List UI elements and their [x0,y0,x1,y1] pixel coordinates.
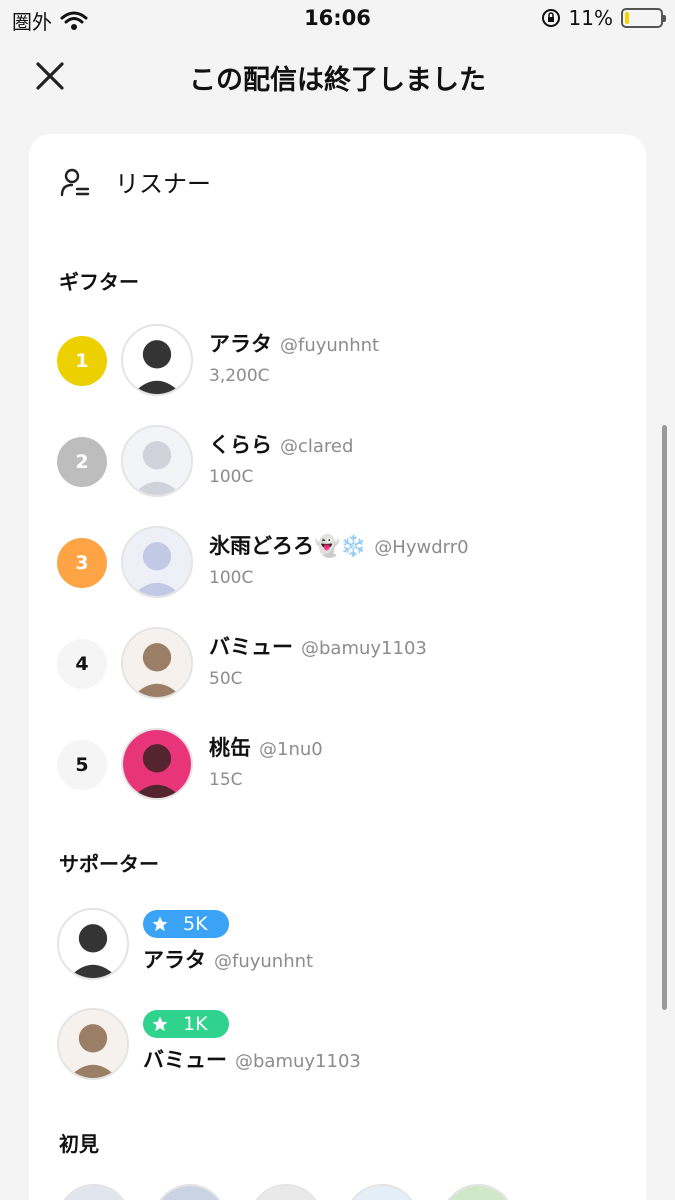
supporter-row[interactable]: 1K バミュー @bamuy1103 [57,1008,617,1082]
avatar[interactable] [121,627,193,699]
gifter-name: 桃缶 @1nu0 [209,732,323,762]
orientation-lock-icon [541,9,560,27]
rank-badge: 1 [57,336,107,386]
star-icon [152,1016,168,1032]
avatar[interactable] [57,908,129,980]
support-level-value: 1K [183,1013,208,1035]
avatar[interactable] [121,728,193,800]
gifter-row[interactable]: 1 アラタ @fuyunhnt 3,200C [57,324,617,398]
battery-percent: 11% [568,6,613,30]
battery-icon [621,8,666,28]
gifters-heading: ギフター [59,270,139,294]
avatar-image [347,1186,417,1200]
avatar-image [123,528,191,596]
gifter-row[interactable]: 4 バミュー @bamuy1103 50C [57,627,617,701]
header: この配信は終了しました [0,48,675,104]
gifter-row[interactable]: 5 桃缶 @1nu0 15C [57,728,617,802]
first-timer-list [57,1184,515,1200]
gift-amount: 50C [209,669,243,689]
star-icon [152,916,168,932]
supporter-row[interactable]: 5K アラタ @fuyunhnt [57,908,617,982]
avatar[interactable] [153,1184,227,1200]
gifter-display-name: アラタ [209,332,272,356]
gifter-display-name: バミュー [209,635,293,659]
avatar-image [155,1186,225,1200]
gift-amount: 100C [209,568,254,588]
result-card: リスナー ギフター 1 アラタ @fuyunhnt 3,200C 2 くらら @clared… [29,134,646,1200]
rank-badge: 4 [57,639,107,689]
avatar[interactable] [345,1184,419,1200]
rank-badge: 2 [57,437,107,487]
avatar-image [443,1186,513,1200]
gifter-row[interactable]: 2 くらら @clared 100C [57,425,617,499]
page-title: この配信は終了しました [189,65,486,96]
gifter-handle: @clared [280,436,354,457]
supporter-handle: @bamuy1103 [235,1051,361,1072]
scrollbar[interactable] [662,425,667,1010]
user-list-icon [60,168,90,196]
first-timers-heading: 初見 [59,1132,99,1156]
gifter-handle: @1nu0 [259,739,323,760]
gift-amount: 15C [209,770,243,790]
gifter-handle: @fuyunhnt [280,335,380,356]
avatar[interactable] [57,1184,131,1200]
gift-amount: 3,200C [209,366,270,386]
gifter-handle: @bamuy1103 [301,638,427,659]
gift-amount: 100C [209,467,254,487]
rank-badge: 3 [57,538,107,588]
gifter-name: アラタ @fuyunhnt [209,328,379,358]
rank-badge: 5 [57,740,107,790]
avatar-image [123,629,191,697]
avatar-image [123,730,191,798]
avatar-image [251,1186,321,1200]
supporter-name: アラタ @fuyunhnt [143,944,313,974]
supporter-display-name: アラタ [143,948,206,972]
gifter-handle: @Hywdrr0 [374,537,469,558]
supporter-name: バミュー @bamuy1103 [143,1044,361,1074]
supporter-display-name: バミュー [143,1048,227,1072]
gifter-name: くらら @clared [209,429,353,459]
status-right: 11% [541,6,666,30]
avatar[interactable] [121,526,193,598]
status-bar: 圏外 16:06 11% [0,0,675,38]
avatar[interactable] [441,1184,515,1200]
avatar[interactable] [249,1184,323,1200]
listener-button[interactable]: リスナー [59,164,211,199]
avatar[interactable] [121,324,193,396]
supporters-heading: サポーター [59,852,159,876]
support-level-value: 5K [183,913,208,935]
gifter-row[interactable]: 3 氷雨どろろ👻❄️ @Hywdrr0 100C [57,526,617,600]
support-level-badge: 1K [143,1010,229,1038]
gifter-display-name: 氷雨どろろ👻❄️ [209,534,367,558]
avatar[interactable] [121,425,193,497]
support-level-badge: 5K [143,910,229,938]
gifter-name: 氷雨どろろ👻❄️ @Hywdrr0 [209,530,469,560]
avatar[interactable] [57,1008,129,1080]
avatar-image [59,910,127,978]
gifter-display-name: くらら [209,433,272,457]
avatar-image [59,1010,127,1078]
listener-label: リスナー [115,170,211,198]
gifter-name: バミュー @bamuy1103 [209,631,427,661]
supporter-handle: @fuyunhnt [214,951,314,972]
avatar-image [123,427,191,495]
gifter-display-name: 桃缶 [209,736,251,760]
avatar-image [123,326,191,394]
avatar-image [59,1186,129,1200]
